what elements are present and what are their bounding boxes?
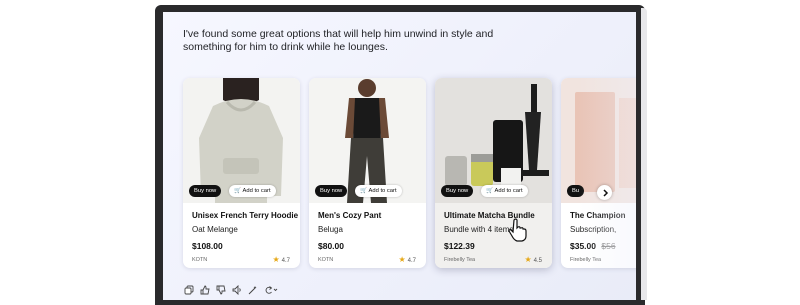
rating-value: 4.5 — [533, 258, 542, 264]
monitor-side-edge — [641, 8, 647, 300]
thumbs-down-icon — [216, 285, 226, 294]
product-title[interactable]: Unisex French Terry Hoodie — [192, 211, 298, 220]
assistant-message: I've found some great options that will … — [183, 28, 494, 53]
product-info: The Champion Subscription, $35.00 $56 Fi… — [561, 203, 636, 268]
product-card[interactable]: Bu The Champion Subscription, $35.00 $56… — [561, 78, 636, 268]
carousel-next-button[interactable] — [597, 185, 612, 200]
rating-value: 4.7 — [407, 258, 416, 264]
dislike-button[interactable] — [215, 284, 226, 295]
regenerate-button[interactable] — [263, 284, 279, 295]
add-to-cart-button[interactable]: 🛒 Add to cart — [355, 185, 402, 197]
product-info: Ultimate Matcha Bundle Bundle with 4 ite… — [435, 203, 552, 268]
buy-now-button[interactable]: Buy now — [315, 185, 348, 197]
add-to-cart-label: Add to cart — [242, 188, 271, 194]
product-price: $35.00 $56 — [570, 241, 616, 251]
refresh-icon — [265, 285, 278, 294]
product-rating: ★ 4.7 — [272, 255, 290, 264]
buy-now-button[interactable]: Buy now — [189, 185, 222, 197]
rating-value: 4.7 — [281, 258, 290, 264]
chevron-right-icon — [602, 188, 608, 197]
product-subtitle: Oat Melange — [192, 225, 238, 234]
product-info: Unisex French Terry Hoodie Oat Melange $… — [183, 203, 300, 268]
edit-button[interactable] — [247, 284, 258, 295]
product-card[interactable]: Buy now 🛒 Add to cart Men's Cozy Pant Be… — [309, 78, 426, 268]
copy-icon — [184, 285, 193, 294]
speaker-icon — [232, 284, 241, 295]
product-vendor: Firebelly Tea — [570, 257, 602, 263]
add-to-cart-button[interactable]: 🛒 Add to cart — [229, 185, 276, 197]
product-price: $80.00 — [318, 241, 344, 251]
chat-screen: I've found some great options that will … — [163, 12, 636, 300]
product-rating: ★ 4.7 — [398, 255, 416, 264]
price-current: $35.00 — [570, 241, 596, 251]
add-to-cart-label: Add to cart — [494, 188, 523, 194]
product-vendor: Firebelly Tea — [444, 257, 476, 263]
product-carousel: Buy now 🛒 Add to cart Unisex French Terr… — [183, 78, 636, 268]
add-to-cart-button[interactable]: 🛒 Add to cart — [481, 185, 528, 197]
cart-icon: 🛒 — [360, 188, 368, 194]
message-actions-toolbar — [183, 284, 279, 295]
star-icon: ★ — [524, 255, 532, 264]
like-button[interactable] — [199, 284, 210, 295]
product-price: $122.39 — [444, 241, 475, 251]
add-to-cart-label: Add to cart — [368, 188, 397, 194]
star-icon: ★ — [398, 255, 406, 264]
product-vendor: KOTN — [318, 257, 334, 263]
product-subtitle: Subscription, — [570, 225, 617, 234]
product-subtitle: Beluga — [318, 225, 343, 234]
product-rating: ★ 4.5 — [524, 255, 542, 264]
read-aloud-button[interactable] — [231, 284, 242, 295]
star-icon: ★ — [272, 255, 280, 264]
hand-cursor-icon — [508, 218, 528, 247]
product-card[interactable]: Buy now 🛒 Add to cart Unisex French Terr… — [183, 78, 300, 268]
thumbs-up-icon — [200, 285, 210, 294]
product-vendor: KOTN — [192, 257, 208, 263]
magic-edit-icon — [248, 285, 256, 294]
buy-now-button[interactable]: Bu — [567, 185, 585, 197]
price-original: $56 — [601, 241, 616, 251]
product-info: Men's Cozy Pant Beluga $80.00 KOTN ★ 4.7 — [309, 203, 426, 268]
product-price: $108.00 — [192, 241, 223, 251]
buy-now-button[interactable]: Buy now — [441, 185, 474, 197]
product-title[interactable]: The Champion — [570, 211, 626, 220]
cart-icon: 🛒 — [234, 188, 242, 194]
copy-button[interactable] — [183, 284, 194, 295]
product-card[interactable]: Buy now 🛒 Add to cart Ultimate Matcha Bu… — [435, 78, 552, 268]
product-subtitle: Bundle with 4 items — [444, 225, 514, 234]
cart-icon: 🛒 — [486, 188, 494, 194]
product-title[interactable]: Men's Cozy Pant — [318, 211, 381, 220]
